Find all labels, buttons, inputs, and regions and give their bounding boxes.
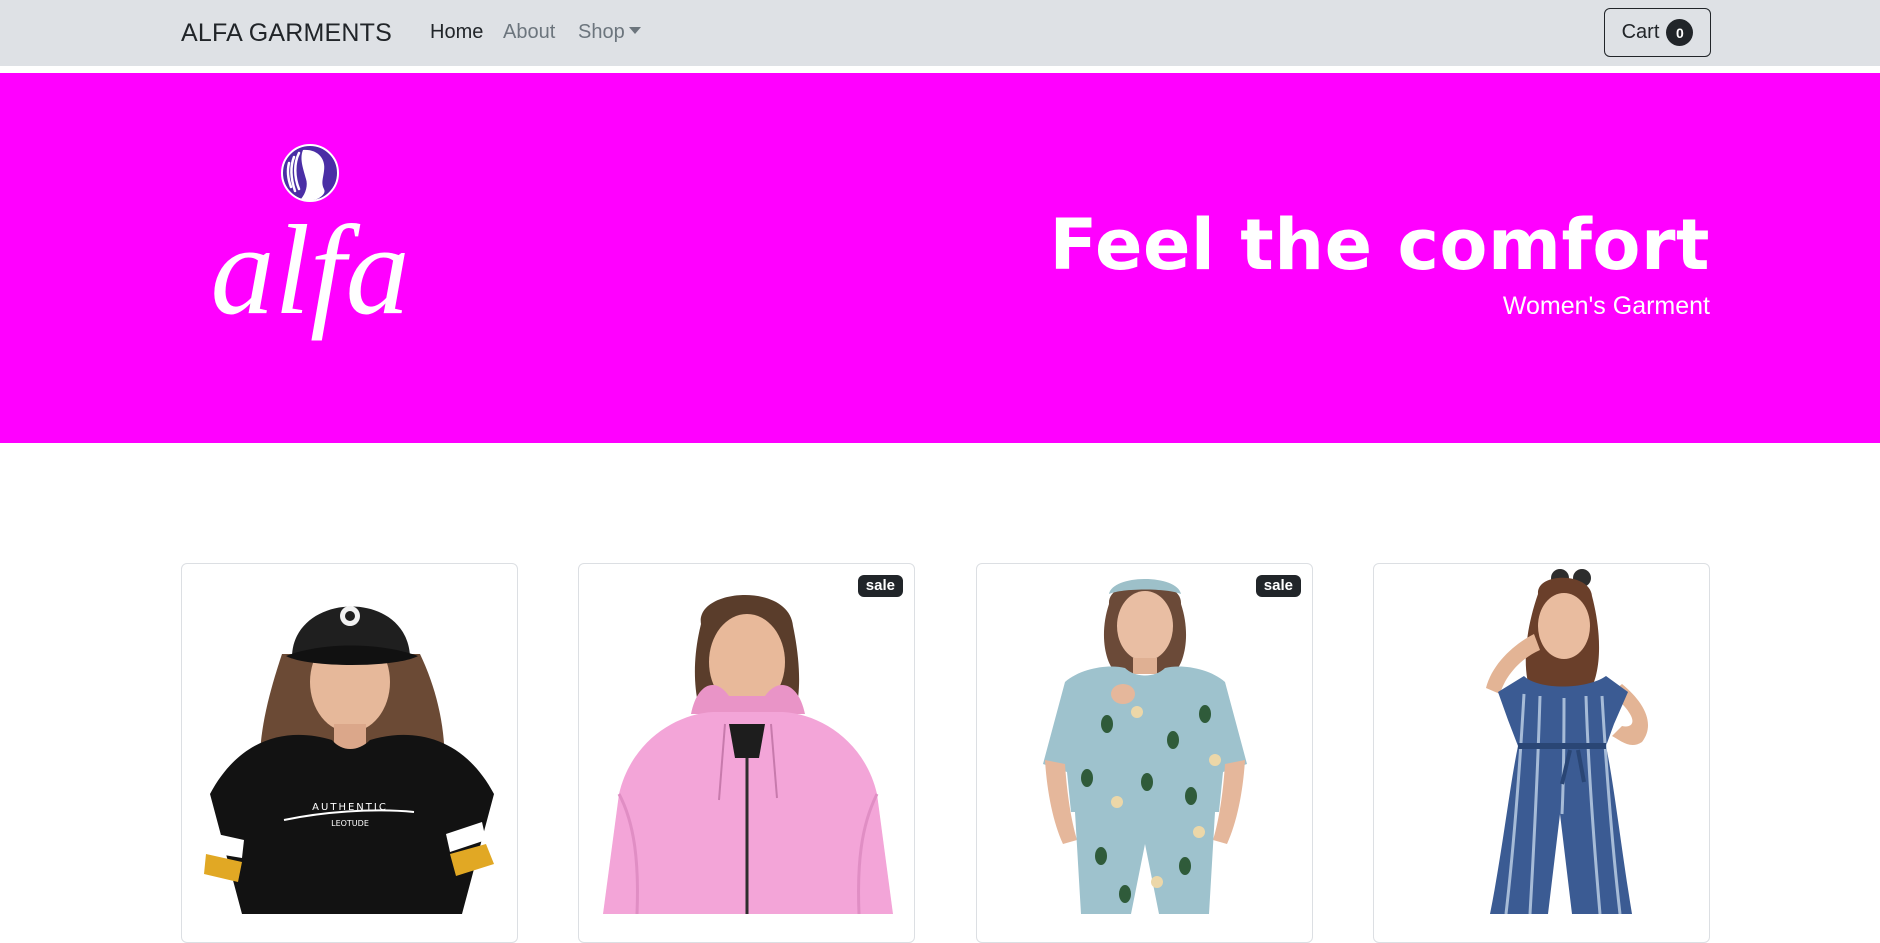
svg-text:AUTHENTIC: AUTHENTIC	[312, 802, 388, 813]
sale-badge: sale	[857, 575, 903, 597]
product-image-jumpsuit	[1486, 569, 1649, 914]
brand-link[interactable]: ALFA GARMENTS	[181, 19, 392, 48]
navbar-divider	[0, 66, 1880, 73]
hero-subtitle: Women's Garment	[1502, 292, 1710, 320]
sale-badge: sale	[1255, 575, 1301, 597]
svg-text:LEOTUDE: LEOTUDE	[331, 819, 369, 828]
product-card[interactable]: sale	[976, 563, 1313, 943]
nav-about-link[interactable]: About	[503, 21, 555, 44]
navbar: ALFA GARMENTS Home About Shop Cart 0	[0, 0, 1880, 66]
product-card[interactable]: AUTHENTIC LEOTUDE	[181, 563, 518, 943]
nav-home-link[interactable]: Home	[430, 21, 483, 44]
logo-wordmark: alfa	[210, 199, 409, 341]
nav-shop-dropdown[interactable]: Shop	[578, 21, 641, 44]
alfa-logo: alfa	[210, 144, 410, 341]
chevron-down-icon	[628, 27, 641, 34]
product-image-pink-hoodie	[603, 594, 893, 914]
product-card[interactable]	[1373, 563, 1710, 943]
hero-title: Feel the comfort	[1049, 204, 1710, 286]
nav-shop-label: Shop	[578, 21, 625, 43]
hero-banner: alfa Feel the comfort Women's Garment	[0, 73, 1880, 443]
cart-count-badge: 0	[1666, 19, 1694, 46]
cart-label: Cart	[1621, 21, 1660, 43]
product-grid: AUTHENTIC LEOTUDE sale sale	[181, 563, 1711, 943]
cart-button[interactable]: Cart 0	[1604, 8, 1711, 57]
product-image-black-tee: AUTHENTIC LEOTUDE	[204, 606, 494, 914]
product-image-pajama-set	[1043, 579, 1247, 914]
product-card[interactable]: sale	[578, 563, 915, 943]
